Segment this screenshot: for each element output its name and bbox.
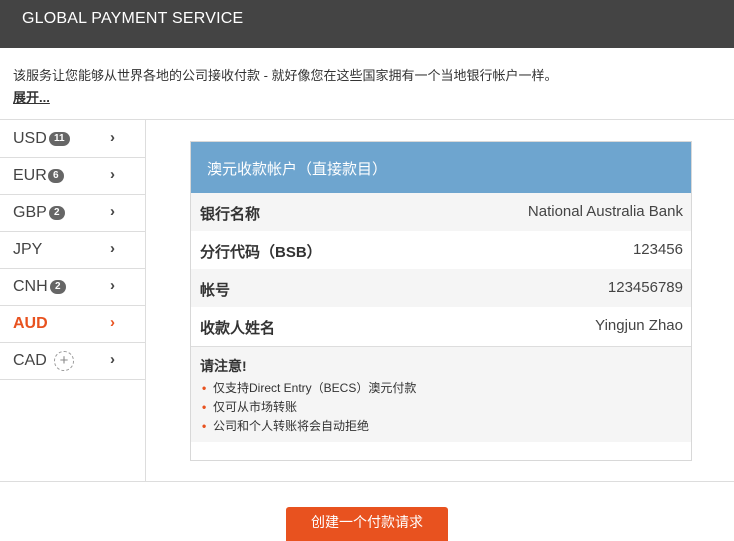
notice-item: • 仅支持Direct Entry（BECS）澳元付款 [200,379,691,398]
divider-bottom [0,481,734,482]
detail-value: 123456 [632,241,683,258]
add-currency-icon[interactable]: + [54,351,74,371]
currency-code: USD [13,130,47,147]
count-badge: 11 [49,132,70,146]
sidebar-item-usd[interactable]: USD 11 › [0,121,145,158]
expand-link[interactable]: 展开... [13,87,50,106]
sidebar-item-cnh[interactable]: CNH 2 › [0,269,145,306]
detail-label: 银行名称 [200,206,261,223]
notice-text: 仅可从市场转账 [213,400,298,414]
detail-label: 分行代码（BSB） [200,244,322,261]
detail-row-account-number: 帐号 123456789 [191,269,691,307]
detail-value: 123456789 [607,279,683,296]
detail-label: 帐号 [200,282,231,299]
notice-title: 请注意! [200,358,247,374]
chevron-right-icon: › [110,314,115,331]
bullet-icon: • [202,419,207,433]
currency-sidebar: USD 11 › EUR 6 › GBP 2 › JPY › CNH 2 › A… [0,121,145,380]
notice-text: 仅支持Direct Entry（BECS）澳元付款 [213,381,417,395]
sidebar-item-jpy[interactable]: JPY › [0,232,145,269]
top-bar: GLOBAL PAYMENT SERVICE [0,0,734,48]
sidebar-divider [145,120,146,481]
account-details-card: 澳元收款帐户（直接款目） 银行名称 National Australia Ban… [190,141,692,461]
currency-code: CNH [13,278,48,295]
currency-code: JPY [13,241,43,258]
chevron-right-icon: › [110,351,115,368]
chevron-right-icon: › [110,166,115,183]
detail-row-payee-name: 收款人姓名 Yingjun Zhao [191,307,691,345]
intro-text: 该服务让您能够从世界各地的公司接收付款 - 就好像您在这些国家拥有一个当地银行帐… [13,68,558,83]
sidebar-item-aud[interactable]: AUD › [0,306,145,343]
notice-box: 请注意! • 仅支持Direct Entry（BECS）澳元付款 • 仅可从市场… [191,346,691,442]
sidebar-item-eur[interactable]: EUR 6 › [0,158,145,195]
chevron-right-icon: › [110,129,115,146]
bullet-icon: • [202,381,207,395]
chevron-right-icon: › [110,277,115,294]
count-badge: 2 [49,206,65,220]
currency-code: GBP [13,204,47,221]
sidebar-item-gbp[interactable]: GBP 2 › [0,195,145,232]
page-title: GLOBAL PAYMENT SERVICE [22,10,244,27]
detail-value: Yingjun Zhao [595,317,683,334]
detail-value: National Australia Bank [527,203,683,220]
detail-row-bank-name: 银行名称 National Australia Bank [191,193,691,231]
detail-row-bsb: 分行代码（BSB） 123456 [191,231,691,269]
count-badge: 2 [50,280,66,294]
card-header: 澳元收款帐户（直接款目） [191,142,691,193]
sidebar-item-cad[interactable]: CAD + › [0,343,145,380]
currency-code: EUR [13,167,47,184]
bullet-icon: • [202,400,207,414]
notice-item: • 仅可从市场转账 [200,398,691,417]
detail-label: 收款人姓名 [200,320,276,337]
currency-code: CAD [13,352,47,369]
currency-code: AUD [13,315,48,332]
chevron-right-icon: › [110,240,115,257]
chevron-right-icon: › [110,203,115,220]
notice-item: • 公司和个人转账将会自动拒绝 [200,417,691,436]
count-badge: 6 [48,169,64,183]
divider-top [0,119,734,120]
create-payment-request-button[interactable]: 创建一个付款请求 [286,507,448,541]
notice-text: 公司和个人转账将会自动拒绝 [213,419,370,433]
intro-section: 该服务让您能够从世界各地的公司接收付款 - 就好像您在这些国家拥有一个当地银行帐… [13,65,723,106]
